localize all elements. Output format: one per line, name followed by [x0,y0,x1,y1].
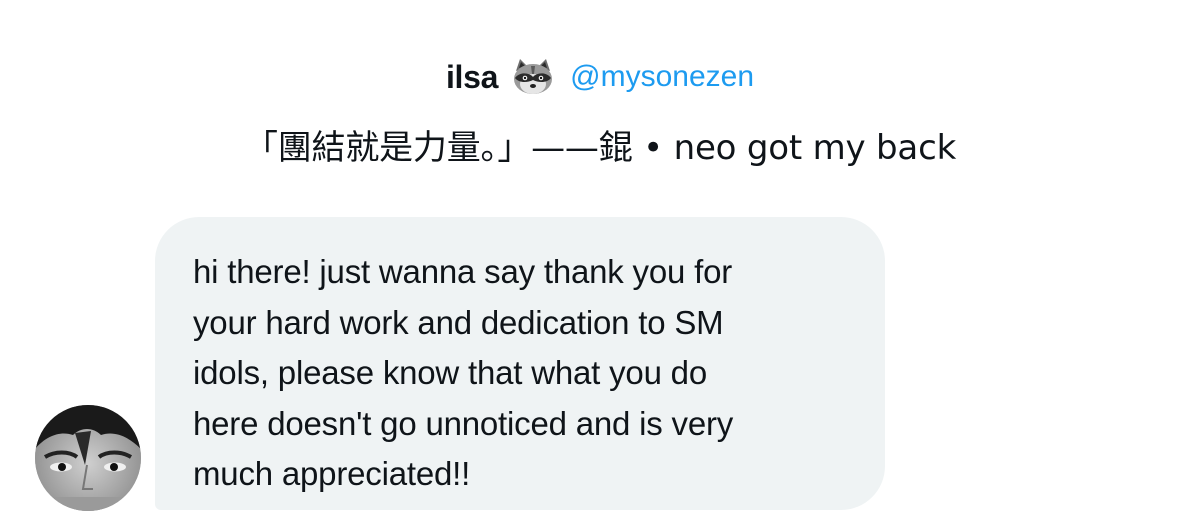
raccoon-icon [510,57,556,97]
dm-screen: ilsa @mysonezen 「團結就是力量。」——錕 • neo got m… [0,0,1200,523]
display-name[interactable]: ilsa [446,59,498,96]
message-text: hi there! just wanna say thank you for y… [193,253,734,492]
message-bubble[interactable]: hi there! just wanna say thank you for y… [155,217,885,510]
profile-bio: 「團結就是力量。」——錕 • neo got my back [243,128,957,168]
user-handle[interactable]: @mysonezen [570,60,754,94]
avatar[interactable] [35,405,141,511]
profile-header: ilsa @mysonezen [0,52,1200,102]
